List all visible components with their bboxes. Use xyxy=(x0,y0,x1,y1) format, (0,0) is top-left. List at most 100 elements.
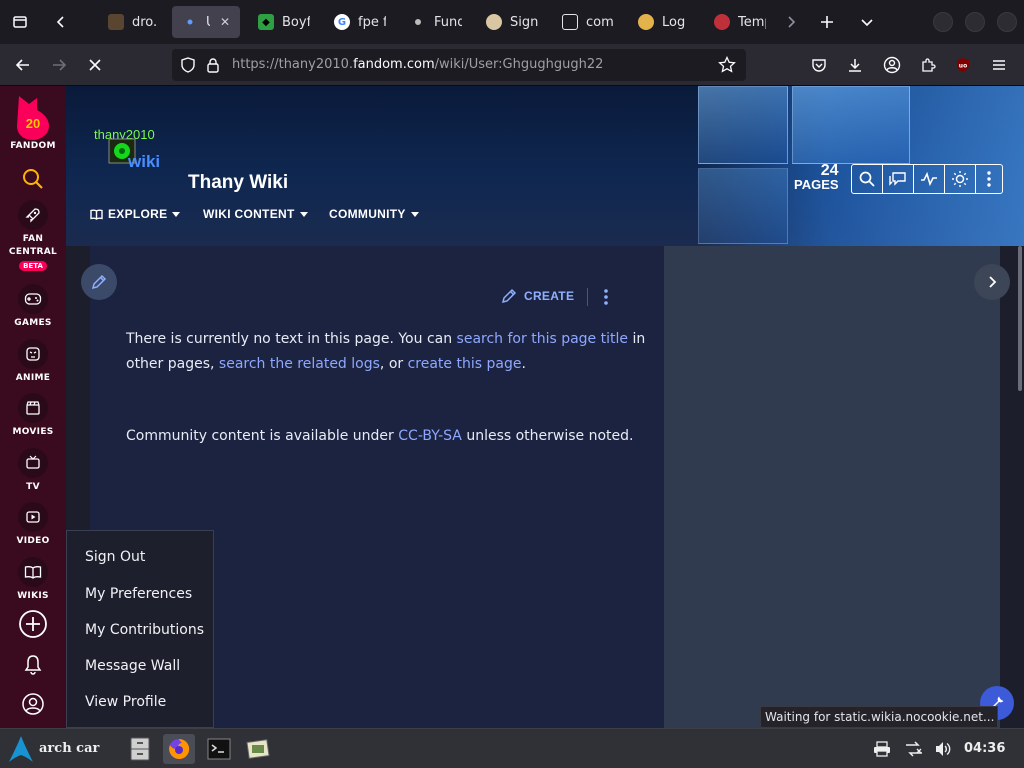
rail-item-fan-central[interactable]: FAN CENTRAL BETA xyxy=(0,200,66,271)
rail-item-label: VIDEO xyxy=(16,536,50,546)
page-scrollbar[interactable] xyxy=(1018,246,1022,391)
tab-1[interactable]: dro.p xyxy=(98,6,166,38)
tab-label: comi xyxy=(586,14,614,30)
window-close-icon[interactable] xyxy=(997,12,1017,32)
firefox-app[interactable] xyxy=(163,734,195,764)
book-icon xyxy=(18,557,48,587)
create-this-page-link[interactable]: create this page xyxy=(408,356,522,372)
rail-notifications-button[interactable] xyxy=(0,654,66,676)
nav-community[interactable]: COMMUNITY xyxy=(329,207,419,221)
user-menu-dropdown: Sign Out My Preferences My Contributions… xyxy=(66,530,214,728)
rail-item-games[interactable]: GAMES xyxy=(0,284,66,330)
menu-item-view-profile[interactable]: View Profile xyxy=(85,694,166,710)
file-cabinet-icon xyxy=(130,737,150,761)
menu-item-sign-out[interactable]: Sign Out xyxy=(85,549,145,565)
pocket-icon[interactable] xyxy=(804,50,834,80)
clock[interactable]: 04:36 xyxy=(964,741,1005,756)
new-tab-icon[interactable] xyxy=(812,7,842,37)
downloads-icon[interactable] xyxy=(840,50,870,80)
url-text: https://thany2010.fandom.com/wiki/User:G… xyxy=(232,57,604,72)
menu-item-preferences[interactable]: My Preferences xyxy=(85,586,192,602)
right-rail xyxy=(664,246,1000,728)
rail-item-label: WIKIS xyxy=(17,591,49,601)
stop-loading-icon[interactable] xyxy=(80,50,110,80)
tab-loading-icon xyxy=(182,14,198,30)
list-all-tabs-icon[interactable] xyxy=(852,7,882,37)
volume-icon[interactable] xyxy=(934,740,952,758)
menu-item-contributions[interactable]: My Contributions xyxy=(85,622,204,638)
url-bar[interactable]: https://thany2010.fandom.com/wiki/User:G… xyxy=(172,49,746,81)
account-icon[interactable] xyxy=(877,50,907,80)
fandom-logo[interactable]: 20 FANDOM xyxy=(0,94,66,153)
recent-changes-button[interactable] xyxy=(914,165,945,193)
rail-item-anime[interactable]: ANIME xyxy=(0,339,66,385)
related-logs-link[interactable]: search the related logs xyxy=(219,356,380,372)
back-icon[interactable] xyxy=(8,50,38,80)
rail-item-movies[interactable]: MOVIES xyxy=(0,393,66,439)
rail-item-tv[interactable]: TV xyxy=(0,448,66,494)
tab-7[interactable]: comi xyxy=(552,6,624,38)
window-pane xyxy=(698,168,788,244)
wiki-logo[interactable]: thany2010 wiki xyxy=(92,126,164,178)
window-maximize-icon[interactable] xyxy=(965,12,985,32)
edit-page-button[interactable] xyxy=(81,264,117,300)
pages-count[interactable]: 24 PAGES xyxy=(794,163,839,192)
bookmark-star-icon[interactable] xyxy=(718,55,736,78)
rail-create-wiki-button[interactable] xyxy=(0,609,66,639)
rail-user-avatar-button[interactable] xyxy=(0,692,66,716)
tracking-shield-icon[interactable] xyxy=(180,57,196,77)
nav-explore[interactable]: EXPLORE xyxy=(90,207,181,221)
ublock-origin-icon[interactable]: uo xyxy=(948,50,978,80)
image-viewer-app[interactable] xyxy=(242,734,274,764)
file-manager-app[interactable] xyxy=(124,734,156,764)
tab-4[interactable]: G fpe fr xyxy=(324,6,396,38)
rail-item-wikis[interactable]: WIKIS xyxy=(0,557,66,603)
toggle-right-rail-button[interactable] xyxy=(974,264,1010,300)
start-menu-label[interactable]: arch car xyxy=(39,741,99,756)
discussions-button[interactable] xyxy=(883,165,914,193)
tab-5[interactable]: Fund xyxy=(400,6,472,38)
extensions-icon[interactable] xyxy=(913,50,943,80)
lock-icon[interactable] xyxy=(206,57,220,77)
cc-by-sa-link[interactable]: CC-BY-SA xyxy=(398,428,462,444)
forward-icon[interactable] xyxy=(44,50,74,80)
rail-search-button[interactable] xyxy=(0,168,66,190)
tab-scroll-right-icon[interactable] xyxy=(776,7,806,37)
tab-close-icon[interactable]: ✕ xyxy=(220,15,230,29)
page-actions-button[interactable] xyxy=(601,288,611,310)
window-pane xyxy=(792,86,910,164)
menu-item-message-wall[interactable]: Message Wall xyxy=(85,658,180,674)
more-tools-button[interactable] xyxy=(976,165,1002,193)
tab-overview-icon[interactable] xyxy=(5,7,35,37)
window-minimize-icon[interactable] xyxy=(933,12,953,32)
create-page-button[interactable]: CREATE xyxy=(500,287,574,305)
search-title-link[interactable]: search for this page title xyxy=(457,331,628,347)
tab-label: Log xyxy=(662,14,686,30)
nav-label: WIKI CONTENT xyxy=(203,207,295,221)
wiki-title[interactable]: Thany Wiki xyxy=(188,172,288,194)
firefox-icon xyxy=(169,738,190,759)
arch-linux-logo-icon[interactable] xyxy=(6,735,36,763)
wiki-search-button[interactable] xyxy=(852,165,883,193)
tab-9[interactable]: Temp xyxy=(704,6,776,38)
menu-hamburger-icon[interactable] xyxy=(984,50,1014,80)
theme-toggle-button[interactable] xyxy=(945,165,976,193)
chevron-down-icon xyxy=(410,211,419,217)
tab-6[interactable]: Sign xyxy=(476,6,548,38)
tab-8[interactable]: Log xyxy=(628,6,700,38)
terminal-app[interactable] xyxy=(203,734,235,764)
network-icon[interactable] xyxy=(904,740,924,758)
video-play-icon xyxy=(18,502,48,532)
fandom-global-nav: 20 FANDOM FAN CENTRAL BETA GAMES ANIME M… xyxy=(0,86,66,728)
tab-label: Boyfr xyxy=(282,14,310,30)
no-text-message-line1: There is currently no text in this page.… xyxy=(126,331,646,347)
nav-wiki-content[interactable]: WIKI CONTENT xyxy=(203,207,308,221)
rail-item-video[interactable]: VIDEO xyxy=(0,502,66,548)
tab-3[interactable]: ◆ Boyfr xyxy=(248,6,320,38)
printer-icon[interactable] xyxy=(873,741,891,757)
rail-item-label: ANIME xyxy=(15,373,51,383)
tab-scroll-left-icon[interactable] xyxy=(46,7,76,37)
tab-label: Sign xyxy=(510,14,538,30)
tab-2-active[interactable]: Us ✕ xyxy=(172,6,240,38)
activity-icon xyxy=(921,172,937,186)
